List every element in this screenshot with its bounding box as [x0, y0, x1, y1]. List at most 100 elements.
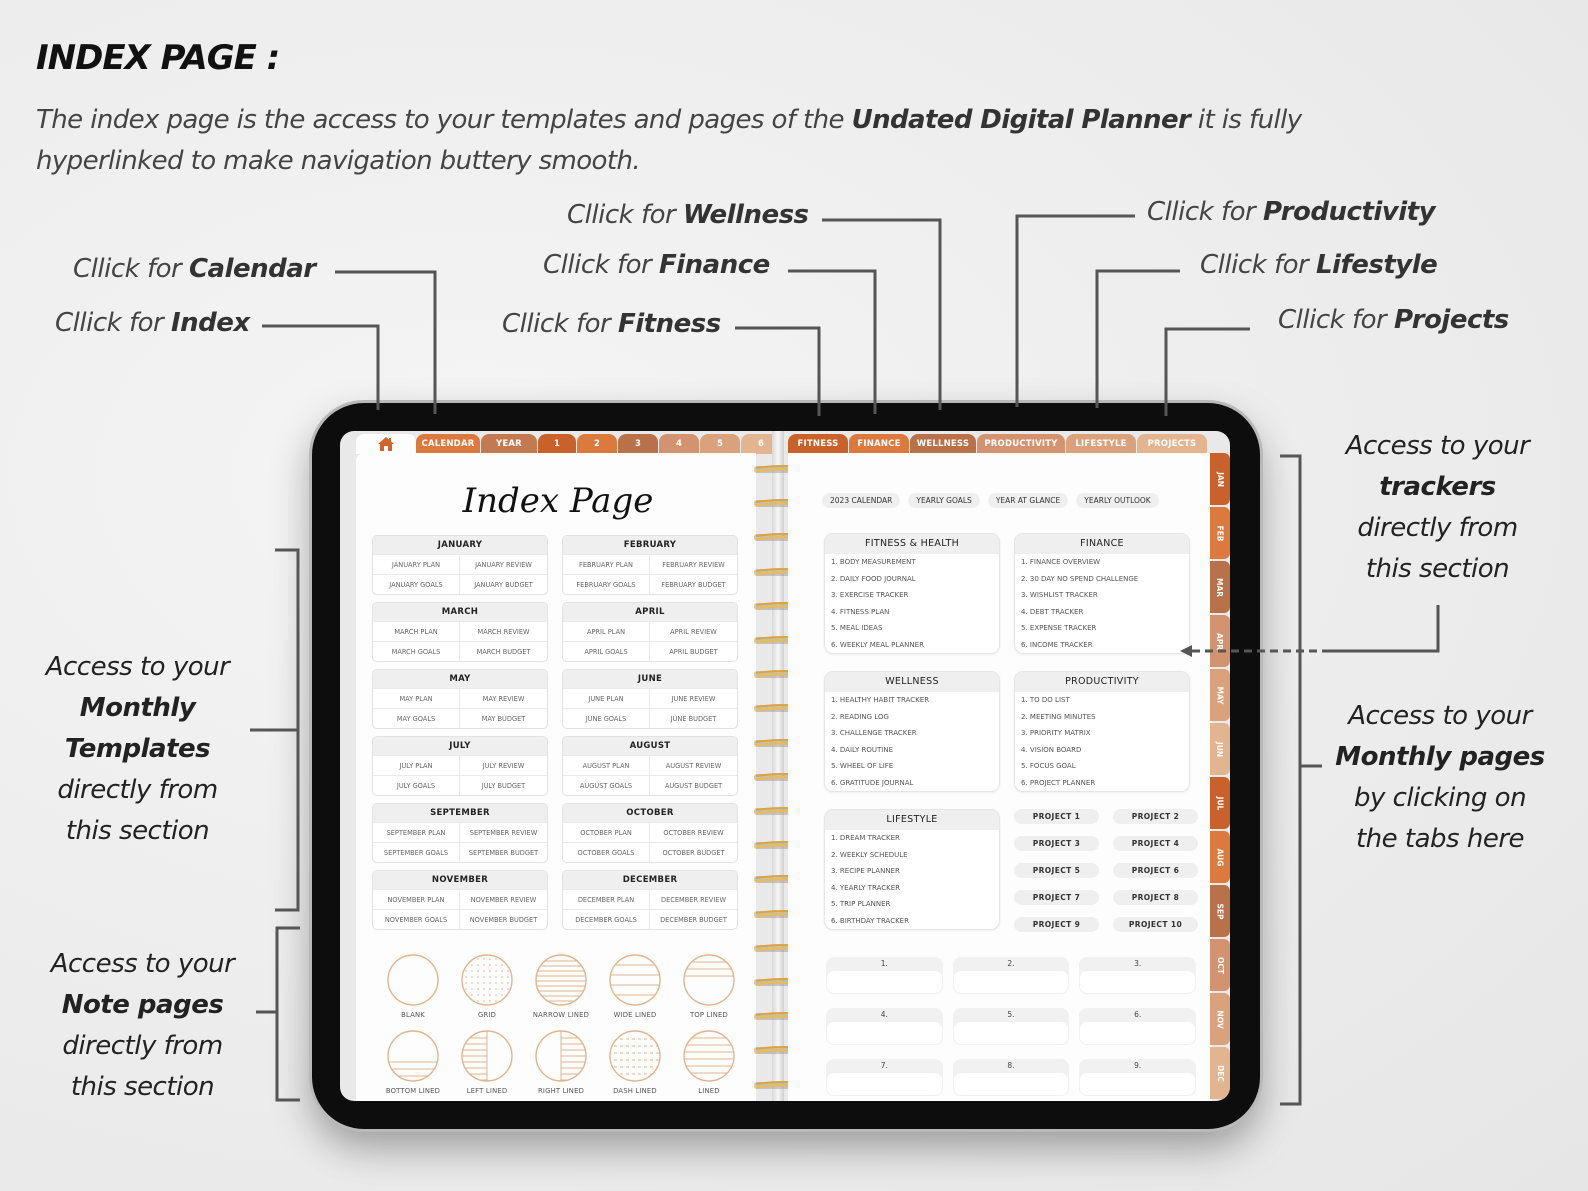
tracker-link[interactable]: 2. DAILY FOOD JOURNAL [825, 571, 999, 588]
month-link[interactable]: OCTOBER PLAN [563, 822, 650, 842]
month-title[interactable]: JUNE [563, 670, 737, 688]
month-title[interactable]: DECEMBER [563, 871, 737, 889]
month-title[interactable]: MAY [373, 670, 547, 688]
top-tab-3[interactable]: 3 [618, 434, 658, 454]
project-link[interactable]: PROJECT 7 [1014, 890, 1099, 905]
month-link[interactable]: JANUARY REVIEW [460, 554, 547, 574]
note-template-right[interactable]: RIGHT LINED [524, 1029, 598, 1095]
tracker-link[interactable]: 4. DAILY ROUTINE [825, 742, 999, 759]
side-tab-aug[interactable]: AUG [1210, 831, 1230, 883]
project-link[interactable]: PROJECT 10 [1113, 917, 1198, 932]
numbered-box[interactable]: 9. [1079, 1059, 1196, 1096]
project-link[interactable]: PROJECT 5 [1014, 863, 1099, 878]
month-link[interactable]: SEPTEMBER REVIEW [460, 822, 547, 842]
month-link[interactable]: JULY PLAN [373, 755, 460, 775]
note-template-narrow[interactable]: NARROW LINED [524, 953, 598, 1019]
month-link[interactable]: DECEMBER BUDGET [650, 909, 737, 929]
month-title[interactable]: AUGUST [563, 737, 737, 755]
box-input-area[interactable] [1080, 1073, 1195, 1095]
month-title[interactable]: APRIL [563, 603, 737, 621]
side-tab-jan[interactable]: JAN [1210, 453, 1230, 505]
top-tab-5[interactable]: 5 [700, 434, 740, 454]
quick-link[interactable]: YEARLY OUTLOOK [1076, 493, 1159, 508]
top-tab-projects[interactable]: PROJECTS [1137, 434, 1207, 454]
note-template-dots[interactable]: GRID [450, 953, 524, 1019]
tracker-link[interactable]: 3. RECIPE PLANNER [825, 863, 999, 880]
tracker-link[interactable]: 2. MEETING MINUTES [1015, 709, 1189, 726]
month-title[interactable]: JULY [373, 737, 547, 755]
tracker-link[interactable]: 5. EXPENSE TRACKER [1015, 620, 1189, 637]
month-link[interactable]: MAY REVIEW [460, 688, 547, 708]
quick-link[interactable]: 2023 CALENDAR [822, 493, 901, 508]
tracker-link[interactable]: 3. CHALLENGE TRACKER [825, 725, 999, 742]
tracker-link[interactable]: 1. DREAM TRACKER [825, 830, 999, 847]
box-input-area[interactable] [827, 1073, 942, 1095]
month-link[interactable]: MARCH GOALS [373, 641, 460, 661]
month-link[interactable]: JUNE BUDGET [650, 708, 737, 728]
month-title[interactable]: FEBRUARY [563, 536, 737, 554]
side-tab-oct[interactable]: OCT [1210, 939, 1230, 991]
month-title[interactable]: OCTOBER [563, 804, 737, 822]
month-link[interactable]: FEBRUARY PLAN [563, 554, 650, 574]
numbered-box[interactable]: 5. [952, 1008, 1070, 1045]
month-title[interactable]: SEPTEMBER [373, 804, 547, 822]
month-link[interactable]: SEPTEMBER GOALS [373, 842, 460, 862]
month-link[interactable]: DECEMBER REVIEW [650, 889, 737, 909]
tracker-link[interactable]: 3. WISHLIST TRACKER [1015, 587, 1189, 604]
month-link[interactable]: FEBRUARY BUDGET [650, 574, 737, 594]
month-link[interactable]: APRIL PLAN [563, 621, 650, 641]
tracker-link[interactable]: 1. BODY MEASUREMENT [825, 554, 999, 571]
month-link[interactable]: NOVEMBER GOALS [373, 909, 460, 929]
box-input-area[interactable] [827, 1022, 942, 1044]
box-input-area[interactable] [953, 971, 1069, 993]
month-link[interactable]: MARCH PLAN [373, 621, 460, 641]
month-link[interactable]: APRIL GOALS [563, 641, 650, 661]
month-link[interactable]: DECEMBER GOALS [563, 909, 650, 929]
side-tab-may[interactable]: MAY [1210, 669, 1230, 721]
numbered-box[interactable]: 1. [826, 957, 943, 994]
month-link[interactable]: JANUARY GOALS [373, 574, 460, 594]
top-tab-wellness[interactable]: WELLNESS [910, 434, 976, 454]
top-tab-1[interactable]: 1 [538, 434, 576, 454]
numbered-box[interactable]: 6. [1079, 1008, 1196, 1045]
side-tab-feb[interactable]: FEB [1210, 507, 1230, 559]
project-link[interactable]: PROJECT 3 [1014, 836, 1099, 851]
numbered-box[interactable]: 7. [826, 1059, 943, 1096]
month-link[interactable]: MAY BUDGET [460, 708, 547, 728]
side-tab-nov[interactable]: NOV [1210, 993, 1230, 1045]
month-link[interactable]: JANUARY BUDGET [460, 574, 547, 594]
category-title[interactable]: WELLNESS [825, 672, 999, 692]
month-link[interactable]: JUNE REVIEW [650, 688, 737, 708]
month-link[interactable]: AUGUST REVIEW [650, 755, 737, 775]
box-input-area[interactable] [1080, 1022, 1195, 1044]
project-link[interactable]: PROJECT 4 [1113, 836, 1198, 851]
month-link[interactable]: SEPTEMBER PLAN [373, 822, 460, 842]
side-tab-jun[interactable]: JUN [1210, 723, 1230, 775]
numbered-box[interactable]: 4. [826, 1008, 943, 1045]
project-link[interactable]: PROJECT 9 [1014, 917, 1099, 932]
month-link[interactable]: AUGUST BUDGET [650, 775, 737, 795]
month-title[interactable]: NOVEMBER [373, 871, 547, 889]
category-title[interactable]: PRODUCTIVITY [1015, 672, 1189, 692]
top-tab-finance[interactable]: FINANCE [849, 434, 909, 454]
project-link[interactable]: PROJECT 2 [1113, 809, 1198, 824]
month-title[interactable]: JANUARY [373, 536, 547, 554]
month-link[interactable]: APRIL REVIEW [650, 621, 737, 641]
month-link[interactable]: FEBRUARY GOALS [563, 574, 650, 594]
month-link[interactable]: JULY REVIEW [460, 755, 547, 775]
category-title[interactable]: LIFESTYLE [825, 810, 999, 830]
note-template-dash[interactable]: DASH LINED [598, 1029, 672, 1095]
side-tab-dec[interactable]: DEC [1210, 1047, 1230, 1099]
category-title[interactable]: FINANCE [1015, 534, 1189, 554]
tracker-link[interactable]: 1. FINANCE OVERVIEW [1015, 554, 1189, 571]
project-link[interactable]: PROJECT 6 [1113, 863, 1198, 878]
tracker-link[interactable]: 6. WEEKLY MEAL PLANNER [825, 637, 999, 654]
month-link[interactable]: JUNE GOALS [563, 708, 650, 728]
box-input-area[interactable] [953, 1022, 1069, 1044]
tracker-link[interactable]: 6. BIRTHDAY TRACKER [825, 913, 999, 930]
tracker-link[interactable]: 5. TRIP PLANNER [825, 896, 999, 913]
top-tab-calendar[interactable]: CALENDAR [416, 434, 480, 454]
month-link[interactable]: DECEMBER PLAN [563, 889, 650, 909]
month-link[interactable]: JULY GOALS [373, 775, 460, 795]
month-link[interactable]: JANUARY PLAN [373, 554, 460, 574]
